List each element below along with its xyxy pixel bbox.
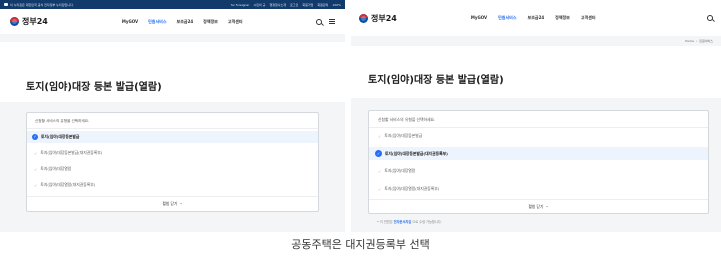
service-type-prompt: 신청할 서비스의 유형을 선택하세요.: [378, 117, 436, 122]
left-screenshot: 이 누리집은 대한민국 공식 전자정부 누리집입니다. for foreigne…: [0, 0, 345, 232]
nav-policy[interactable]: 정책정보: [555, 15, 570, 21]
wallet-notice: • 이 민원은 전자문서지갑 으로 수령 가능합니다.: [377, 220, 442, 224]
search-icon[interactable]: [316, 18, 322, 25]
chevron-up-icon: ⌃: [179, 201, 183, 207]
breadcrumb-separator: ›: [695, 39, 698, 43]
nav-customer-center[interactable]: 고객센터: [228, 19, 243, 25]
option-view[interactable]: ✓ 토지(임야)대장열람: [27, 163, 318, 175]
util-link[interactable]: 행정청사소개: [269, 3, 286, 7]
nav-mygov[interactable]: MyGOV: [471, 15, 487, 21]
government-emblem-icon: [10, 17, 19, 26]
util-link[interactable]: 회원가입: [302, 3, 313, 7]
option-certificate-issue[interactable]: 토지(임야)대장등본발급: [27, 131, 318, 143]
breadcrumb-home[interactable]: Home: [685, 39, 694, 43]
collapse-button[interactable]: 펼침 닫기 ⌃: [27, 199, 318, 209]
main-menu: MyGOV 민원서비스 보조금24 정책정보 고객센터: [122, 19, 243, 25]
site-logo[interactable]: 정부24: [359, 13, 397, 24]
check-icon: ✓: [378, 168, 382, 174]
nav-mygov[interactable]: MyGOV: [122, 19, 138, 25]
figure-caption: 공동주택은 대지권등록부 선택: [291, 238, 430, 251]
option-view-land-rights[interactable]: ✓ 토지(임야)대장열람(대지권등록부): [369, 183, 708, 195]
site-logo[interactable]: 정부24: [10, 16, 48, 27]
right-screenshot: 정부24 MyGOV 민원서비스 보조금24 정책정보 고객센터 Home › …: [351, 0, 721, 232]
chevron-up-icon: ⌃: [545, 204, 549, 210]
check-icon: ✓: [378, 133, 382, 139]
nav-customer-center[interactable]: 고객센터: [581, 15, 596, 21]
util-link[interactable]: 로그인: [290, 3, 298, 7]
page-title: 토지(임야)대장 등본 발급(열람): [368, 75, 504, 86]
option-view-land-rights[interactable]: ✓ 토지(임야)대장열람(대지권등록부): [27, 179, 318, 191]
service-type-prompt: 신청할 서비스의 유형을 선택하세요.: [35, 119, 90, 123]
breadcrumb: Home › 민원서비스: [351, 36, 721, 46]
nav-subsidy[interactable]: 보조금24: [528, 15, 545, 21]
official-site-notice: 이 누리집은 대한민국 공식 전자정부 누리집입니다.: [10, 2, 74, 7]
government-emblem-icon: [359, 13, 368, 23]
breadcrumb-strip: [0, 34, 345, 42]
nav-policy[interactable]: 정책정보: [203, 19, 218, 25]
option-certificate-issue-land-rights[interactable]: ✓ 토지(임야)대장등본발급(대지권등록부): [27, 147, 318, 159]
check-icon: ✓: [34, 166, 38, 172]
breadcrumb-current[interactable]: 민원서비스: [699, 39, 713, 43]
util-link[interactable]: 시민의 규: [253, 3, 265, 7]
nav-subsidy[interactable]: 보조금24: [177, 19, 194, 25]
utility-links: for foreigner 시민의 규 행정청사소개 로그인 회원가입 회원관리…: [231, 3, 341, 7]
nav-civil-service[interactable]: 민원서비스: [148, 19, 166, 25]
zoom-level[interactable]: 100%: [332, 3, 341, 7]
page-title: 토지(임야)대장 등본 발급(열람): [26, 82, 162, 93]
global-nav: 정부24 MyGOV 민원서비스 보조금24 정책정보 고객센터: [0, 9, 345, 34]
check-icon: ✓: [34, 182, 38, 188]
search-icon[interactable]: [707, 15, 713, 21]
option-certificate-issue[interactable]: ✓ 토지(임야)대장등본발급: [369, 130, 708, 142]
check-icon: ✓: [378, 186, 382, 192]
util-link[interactable]: 회원관리: [317, 3, 328, 7]
service-type-box: 신청할 서비스의 유형을 선택하세요. ✓ 토지(임야)대장등본발급 토지(임야…: [368, 110, 709, 214]
service-type-box: 신청할 서비스의 유형을 선택하세요. 토지(임야)대장등본발급 ✓ 토지(임야…: [26, 112, 319, 212]
util-link[interactable]: for foreigner: [231, 3, 250, 7]
check-selected-icon: [32, 134, 38, 140]
menu-icon[interactable]: [329, 19, 335, 24]
check-icon: ✓: [34, 150, 38, 156]
collapse-button[interactable]: 펼침 닫기 ⌃: [369, 202, 708, 212]
option-certificate-issue-land-rights[interactable]: 토지(임야)대장등본발급(대지권등록부): [369, 147, 708, 160]
taegukgi-icon: [4, 3, 8, 6]
utility-bar: 이 누리집은 대한민국 공식 전자정부 누리집입니다. for foreigne…: [0, 0, 345, 9]
main-menu: MyGOV 민원서비스 보조금24 정책정보 고객센터: [471, 15, 596, 21]
global-nav: 정부24 MyGOV 민원서비스 보조금24 정책정보 고객센터: [351, 0, 721, 36]
option-view[interactable]: ✓ 토지(임야)대장열람: [369, 165, 708, 177]
check-selected-icon: [375, 150, 382, 157]
e-wallet-link[interactable]: 전자문서지갑: [394, 220, 412, 224]
nav-civil-service[interactable]: 민원서비스: [498, 15, 516, 21]
